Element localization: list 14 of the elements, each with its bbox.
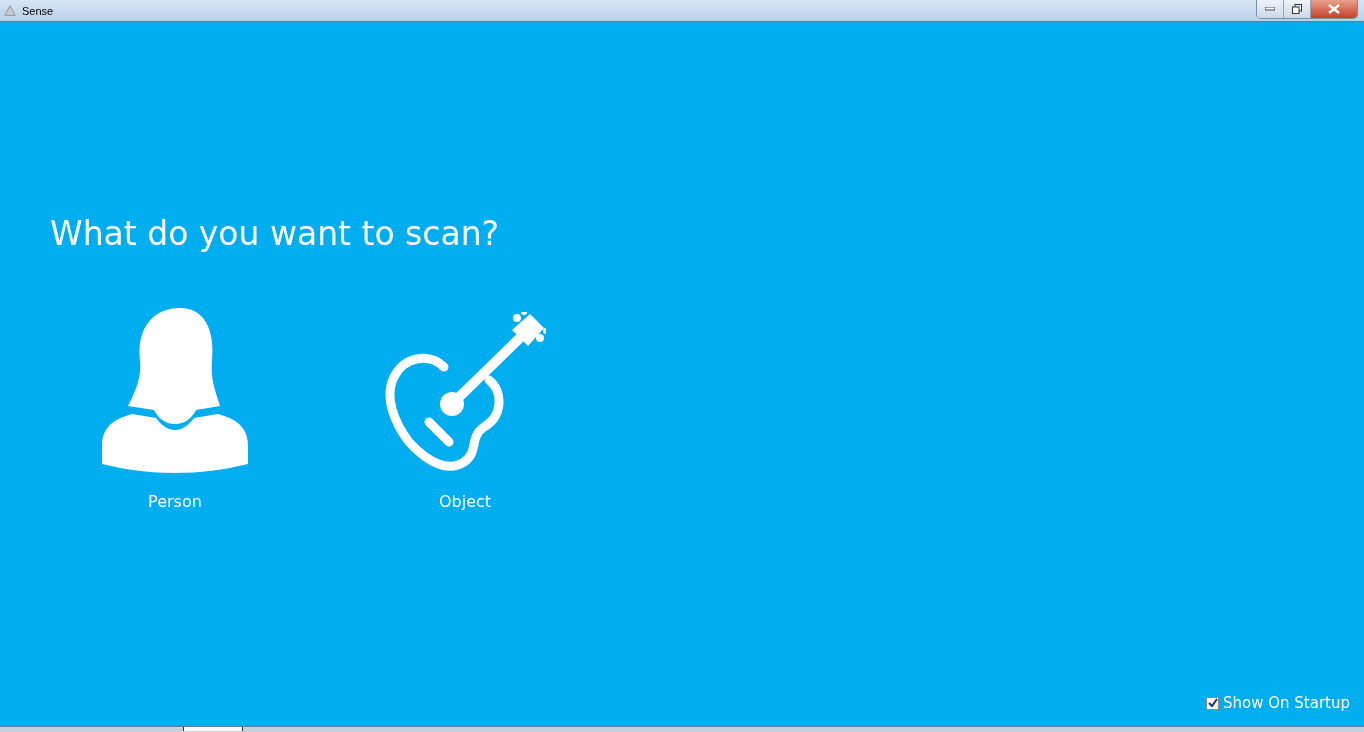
app-icon — [2, 3, 18, 18]
restore-icon — [1292, 4, 1302, 14]
restore-button[interactable] — [1284, 0, 1311, 18]
guitar-icon — [384, 312, 546, 474]
person-silhouette-icon — [100, 306, 250, 474]
show-on-startup-checkbox[interactable]: Show On Startup — [1206, 694, 1350, 712]
minimize-icon — [1265, 7, 1275, 11]
window-title: Sense — [22, 4, 54, 17]
checkbox[interactable] — [1206, 696, 1219, 710]
choice-label[interactable]: Person — [148, 492, 202, 511]
heading: What do you want to scan? — [50, 213, 501, 255]
close-button[interactable] — [1311, 0, 1357, 18]
close-icon — [1328, 4, 1340, 14]
choice-label[interactable]: Object — [438, 492, 492, 511]
